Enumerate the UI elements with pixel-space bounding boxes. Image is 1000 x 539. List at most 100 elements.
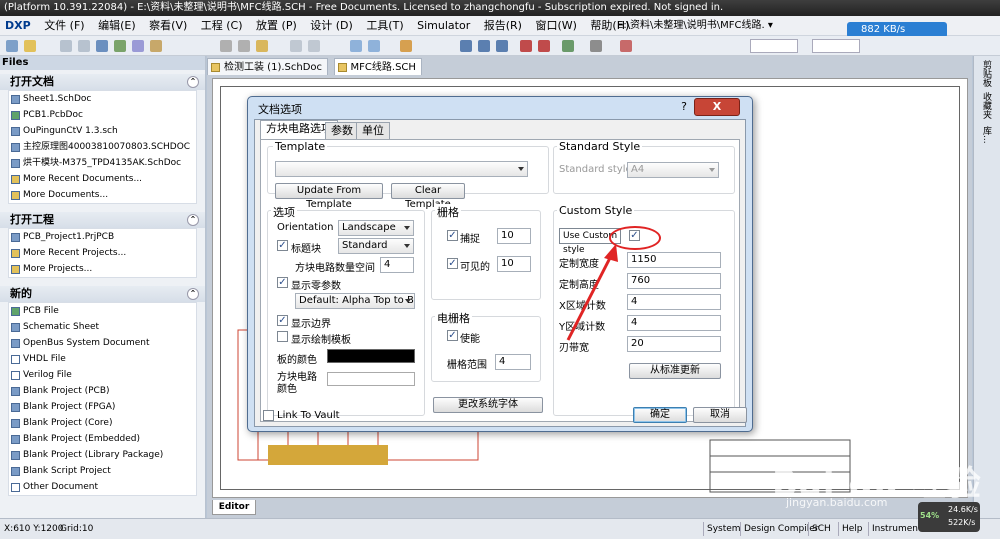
document-path-combo[interactable]: E:\资料\未整理\说明书\MFC线路. ▾ [617, 17, 773, 35]
toolbar-combo-1[interactable] [750, 39, 798, 53]
template-combo[interactable] [275, 161, 528, 177]
list-item[interactable]: Verilog File [9, 367, 196, 383]
sch-button[interactable]: SCH [808, 522, 834, 536]
collapse-icon[interactable]: ⌃ [187, 214, 199, 226]
list-item[interactable]: 主控原理图40003810070803.SCHDOC [9, 139, 196, 155]
title-block-combo[interactable]: Standard [338, 238, 414, 254]
help-icon[interactable]: ? [676, 99, 692, 115]
section-open-documents[interactable]: 打开文档 ⌃ [0, 74, 205, 90]
menu-simulator[interactable]: Simulator [412, 16, 475, 35]
menu-tools[interactable]: 工具(T) [361, 16, 408, 35]
list-item[interactable]: VHDL File [9, 351, 196, 367]
editor-tab[interactable]: Editor [212, 500, 256, 515]
cross-probe-icon[interactable] [400, 40, 412, 52]
electrical-grid-enable-checkbox[interactable]: ✓ [447, 330, 458, 341]
link-to-vault-checkbox[interactable] [263, 410, 274, 421]
sheet-color-swatch[interactable] [327, 372, 415, 386]
clipboard-tab[interactable]: 剪贴板 [980, 60, 993, 87]
paste-icon[interactable] [256, 40, 268, 52]
update-from-standard-button[interactable]: 从标准更新 [629, 363, 721, 379]
reference-zone-combo[interactable]: Default: Alpha Top to Bottom, [295, 293, 415, 309]
collapse-icon[interactable]: ⌃ [187, 76, 199, 88]
menu-project[interactable]: 工程 (C) [196, 16, 248, 35]
list-item[interactable]: Schematic Sheet [9, 319, 196, 335]
list-item[interactable]: Blank Project (FPGA) [9, 399, 196, 415]
ok-button[interactable]: 确定 [633, 407, 687, 423]
toolbar-combo-2[interactable] [812, 39, 860, 53]
standard-styles-combo[interactable]: A4 [627, 162, 719, 178]
print-preview-icon[interactable] [78, 40, 90, 52]
clear-template-button[interactable]: Clear Template [391, 183, 465, 210]
print-icon[interactable] [60, 40, 72, 52]
menu-edit[interactable]: 编辑(E) [93, 16, 141, 35]
open-folder-icon[interactable] [24, 40, 36, 52]
list-item[interactable]: More Recent Projects... [9, 245, 196, 261]
undo-icon[interactable] [350, 40, 362, 52]
menu-view[interactable]: 察看(V) [144, 16, 192, 35]
section-open-projects[interactable]: 打开工程 ⌃ [0, 212, 205, 228]
copy-icon[interactable] [238, 40, 250, 52]
visible-input[interactable]: 10 [497, 256, 531, 272]
update-from-template-button[interactable]: Update From Template [275, 183, 383, 210]
layers-icon[interactable] [96, 40, 108, 52]
sheet-symbol-icon[interactable] [590, 40, 602, 52]
list-item[interactable]: Sheet1.SchDoc [9, 91, 196, 107]
tab-parameters[interactable]: 参数 [325, 122, 359, 139]
zoom-select-icon[interactable] [150, 40, 162, 52]
menu-dxp[interactable]: DXP [0, 16, 36, 35]
doc-tab-mfc[interactable]: MFC线路.SCH [333, 58, 422, 75]
move-icon[interactable] [308, 40, 320, 52]
grid-range-input[interactable]: 4 [495, 354, 531, 370]
bus-icon[interactable] [478, 40, 490, 52]
select-area-icon[interactable] [290, 40, 302, 52]
margin-width-input[interactable]: 20 [627, 336, 721, 352]
list-item[interactable]: More Recent Documents... [9, 171, 196, 187]
y-ref-count-input[interactable]: 4 [627, 315, 721, 331]
list-item[interactable]: More Projects... [9, 261, 196, 277]
sheet-number-space-input[interactable]: 4 [380, 257, 414, 273]
show-border-checkbox[interactable]: ✓ [277, 315, 288, 326]
list-item[interactable]: Blank Script Project [9, 463, 196, 479]
change-system-font-button[interactable]: 更改系统字体 [433, 397, 543, 413]
menu-place[interactable]: 放置 (P) [251, 16, 302, 35]
zoom-fit-icon[interactable] [114, 40, 126, 52]
section-new[interactable]: 新的 ⌃ [0, 286, 205, 302]
title-block-checkbox[interactable]: ✓ [277, 240, 288, 251]
new-doc-icon[interactable] [6, 40, 18, 52]
list-item[interactable]: PCB File [9, 303, 196, 319]
list-item[interactable]: Other Document [9, 479, 196, 495]
x-ref-count-input[interactable]: 4 [627, 294, 721, 310]
list-item[interactable]: Blank Project (PCB) [9, 383, 196, 399]
library-tab[interactable]: 库... [980, 126, 993, 144]
list-item[interactable]: OpenBus System Document [9, 335, 196, 351]
custom-height-input[interactable]: 760 [627, 273, 721, 289]
menu-window[interactable]: 窗口(W) [530, 16, 581, 35]
custom-width-input[interactable]: 1150 [627, 252, 721, 268]
visible-checkbox[interactable]: ✓ [447, 258, 458, 269]
zoom-area-icon[interactable] [132, 40, 144, 52]
cut-icon[interactable] [220, 40, 232, 52]
snap-input[interactable]: 10 [497, 228, 531, 244]
close-button[interactable]: X [694, 98, 740, 116]
list-item[interactable]: 烘干模块-M375_TPD4135AK.SchDoc [9, 155, 196, 171]
collapse-icon[interactable]: ⌃ [187, 288, 199, 300]
list-item[interactable]: PCB1.PcbDoc [9, 107, 196, 123]
list-item[interactable]: More Documents... [9, 187, 196, 203]
favorites-tab[interactable]: 收藏夹 [980, 92, 993, 119]
help-button[interactable]: Help [838, 522, 866, 536]
menu-file[interactable]: 文件 (F) [39, 16, 89, 35]
menu-design[interactable]: 设计 (D) [305, 16, 358, 35]
menu-reports[interactable]: 报告(R) [479, 16, 527, 35]
wire-icon[interactable] [460, 40, 472, 52]
doc-tab-jiance[interactable]: 检测工装 (1).SchDoc [207, 58, 329, 75]
system-button[interactable]: System [703, 522, 744, 536]
snap-checkbox[interactable]: ✓ [447, 230, 458, 241]
part-icon[interactable] [562, 40, 574, 52]
show-reference-zones-checkbox[interactable]: ✓ [277, 277, 288, 288]
border-color-swatch[interactable] [327, 349, 415, 363]
list-item[interactable]: Blank Project (Library Package) [9, 447, 196, 463]
vcc-icon[interactable] [538, 40, 550, 52]
list-item[interactable]: Blank Project (Core) [9, 415, 196, 431]
tab-units[interactable]: 单位 [356, 122, 390, 139]
net-label-icon[interactable] [496, 40, 508, 52]
